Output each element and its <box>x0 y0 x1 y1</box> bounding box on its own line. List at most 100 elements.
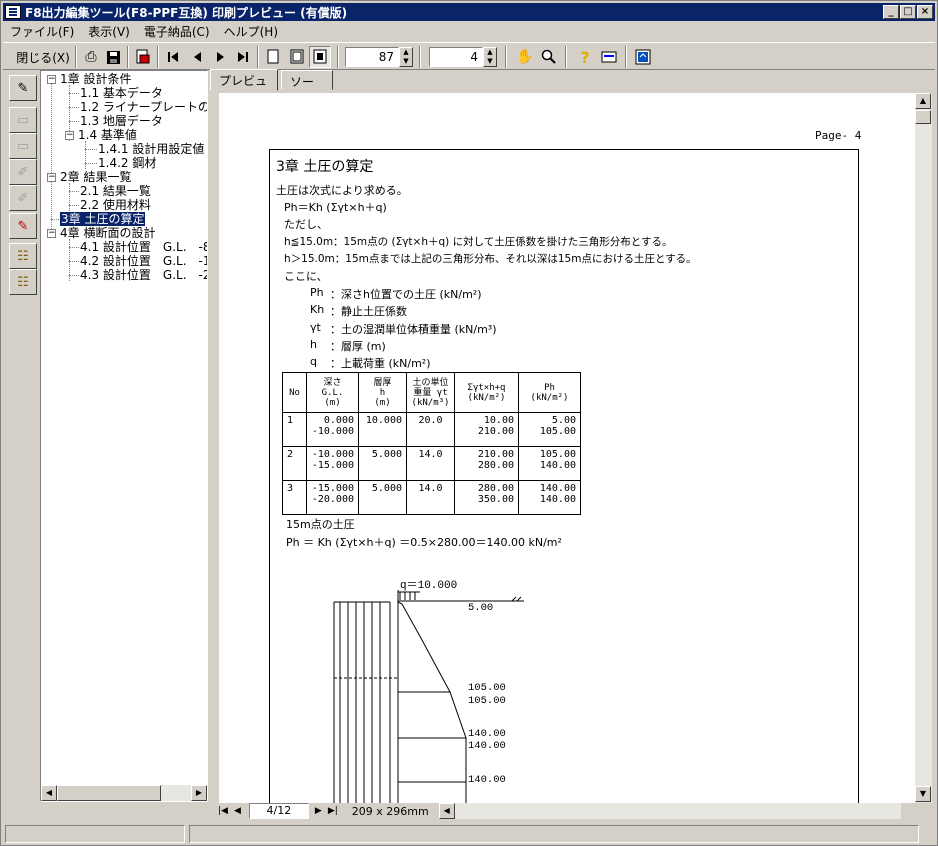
tree-item[interactable]: 2.2 使用材料 <box>80 198 151 212</box>
tree-item[interactable]: 1章 設計条件 <box>60 72 131 86</box>
scroll-thumb[interactable] <box>57 785 161 801</box>
save-icon[interactable] <box>103 46 123 68</box>
preview-area: Page- 4 3章 土圧の算定 土圧は次式により求める。 Ph＝Kh (Σγt… <box>219 93 915 803</box>
preview-hscrollbar[interactable] <box>454 803 901 819</box>
tree-expander[interactable]: − <box>47 173 56 182</box>
tree-item[interactable]: 1.4.2 鋼材 <box>98 156 156 170</box>
hand-icon[interactable]: ✋ <box>515 46 535 68</box>
table-header: 層厚 h (m) <box>358 372 407 413</box>
tree-hscrollbar[interactable]: ◀ ▶ <box>41 785 207 801</box>
close-window-button[interactable]: × <box>917 5 933 19</box>
tab-preview[interactable]: プレビュー <box>210 69 278 105</box>
toolbar-separator <box>127 46 129 68</box>
help-icon[interactable]: ? <box>575 46 595 68</box>
toolbar-separator <box>625 46 627 68</box>
tree-item[interactable]: 1.3 地層データ <box>80 114 163 128</box>
table-cell: 20.0 <box>406 412 455 447</box>
doc-sub-heading: 15m点の土圧 <box>286 518 355 531</box>
tree-item[interactable]: 1.4 基準値 <box>78 128 137 142</box>
diagram-value: 140.00 <box>468 728 506 740</box>
def-symbol: Ph <box>310 286 324 299</box>
tree-expander[interactable]: − <box>65 131 74 140</box>
pages-input[interactable]: 4 <box>429 47 483 67</box>
table-row: 3 -15.000 -20.000 5.000 14.0 280.00 350.00 140.… <box>282 480 581 515</box>
tree-item-selected[interactable]: 3章 土圧の算定 <box>60 212 146 226</box>
toolbar-separator <box>337 46 339 68</box>
table-header: No <box>282 372 307 413</box>
info-icon[interactable] <box>599 46 619 68</box>
page-setup-icon[interactable] <box>133 46 153 68</box>
tree-view-icon[interactable]: ☷ <box>9 243 37 269</box>
table-cell: 14.0 <box>406 446 455 481</box>
zoom-stepper[interactable]: ▲ ▼ <box>399 47 413 67</box>
whole-page-icon[interactable] <box>309 46 331 68</box>
app-icon <box>5 5 21 19</box>
preview-vscrollbar[interactable]: ▲ ▼ <box>915 93 932 803</box>
single-page-icon[interactable] <box>263 46 283 68</box>
tree-item[interactable]: 4.1 設計位置 G.L. -8. <box>80 240 207 254</box>
next-page-nav-icon[interactable]: ▶ <box>315 806 322 816</box>
tree-item[interactable]: 1.1 基本データ <box>80 86 163 100</box>
tree-item[interactable]: 4章 横断面の設計 <box>60 226 155 240</box>
scroll-right-icon[interactable]: ▶ <box>191 785 207 801</box>
tree-item[interactable]: 2章 結果一覧 <box>60 170 131 184</box>
table-cell: 14.0 <box>406 480 455 515</box>
menu-e-delivery[interactable]: 電子納品(C) <box>137 23 217 40</box>
page-nav-bar: |◀ ◀ 4/12 ▶ ▶| 209 x 296mm ◀ <box>210 802 915 820</box>
color-tool-icon[interactable]: ✎ <box>9 213 37 239</box>
table-cell: 5.00 105.00 <box>518 412 581 447</box>
exit-icon[interactable] <box>633 46 653 68</box>
pages-stepper[interactable]: ▲ ▼ <box>483 47 497 67</box>
page-indicator[interactable]: 4/12 <box>248 803 309 819</box>
print-icon[interactable]: ⎙ <box>81 46 101 68</box>
scroll-left-icon[interactable]: ◀ <box>41 785 57 801</box>
magnifier-icon[interactable] <box>539 46 559 68</box>
zoom-input[interactable]: 87 <box>345 47 399 67</box>
table-header: 深さ G.L. (m) <box>306 372 359 413</box>
tree-collapse-icon[interactable]: ☷ <box>9 269 37 295</box>
paper-size: 209 x 296mm <box>351 804 429 818</box>
doc-line: Ph＝Kh (Σγt×h＋q) <box>284 201 387 214</box>
toolbar-separator <box>419 46 421 68</box>
edit-disabled-icon[interactable]: ✐ <box>9 159 37 185</box>
tree-expander[interactable]: − <box>47 75 56 84</box>
tree-item[interactable]: 2.1 結果一覧 <box>80 184 151 198</box>
tree-item[interactable]: 4.2 設計位置 G.L. -15 <box>80 254 207 268</box>
doc-formula: Ph ＝ Kh (Σγt×h＋q) ＝0.5×280.00＝140.00 kN/… <box>286 536 562 549</box>
last-page-nav-icon[interactable]: ▶| <box>328 806 338 816</box>
tab-source[interactable]: ソース <box>281 70 333 106</box>
tree-item[interactable]: 4.3 設計位置 G.L. -20 <box>80 268 207 282</box>
title-bar: F8出力編集ツール(F8-PPF互換) 印刷プレビュー (有償版) _ □ × <box>3 3 935 21</box>
hscroll-left-icon[interactable]: ◀ <box>438 803 455 819</box>
tree-expander[interactable]: − <box>47 229 56 238</box>
status-bar <box>3 823 935 845</box>
maximize-button[interactable]: □ <box>900 5 916 19</box>
first-page-icon[interactable] <box>163 46 183 68</box>
tree-item[interactable]: 1.2 ライナープレートの配 <box>80 100 207 114</box>
menu-help[interactable]: ヘルプ(H) <box>217 23 285 40</box>
table-row: 1 0.000 -10.000 10.000 20.0 10.00 210.00 5.00 10… <box>282 412 581 447</box>
next-page-icon[interactable] <box>211 46 231 68</box>
pencil-icon[interactable]: ✎ <box>9 75 37 101</box>
menu-view[interactable]: 表示(V) <box>81 23 137 40</box>
doc-heading: 3章 土圧の算定 <box>276 159 374 175</box>
tool-disabled-icon[interactable]: ✐ <box>9 185 37 211</box>
prev-page-icon[interactable] <box>187 46 207 68</box>
scroll-thumb[interactable] <box>915 110 931 124</box>
line-icon[interactable]: ▭ <box>9 107 37 133</box>
prev-page-nav-icon[interactable]: ◀ <box>234 806 241 816</box>
close-preview-button[interactable]: 閉じる(X) <box>15 46 71 68</box>
last-page-icon[interactable] <box>233 46 253 68</box>
page-width-icon[interactable] <box>287 46 307 68</box>
frame-icon[interactable]: ▭ <box>9 133 37 159</box>
scroll-up-icon[interactable]: ▲ <box>915 93 931 109</box>
status-panel-left <box>5 825 185 843</box>
def-desc: ：深さh位置での土圧 (kN/m²) <box>330 288 482 301</box>
table-cell: 10.000 <box>358 412 407 447</box>
first-page-nav-icon[interactable]: |◀ <box>218 806 228 816</box>
page-number: Page- 4 <box>815 129 862 142</box>
tree-item[interactable]: 1.4.1 設計用設定値 <box>98 142 204 156</box>
scroll-down-icon[interactable]: ▼ <box>915 786 931 802</box>
menu-file[interactable]: ファイル(F) <box>3 23 81 40</box>
minimize-button[interactable]: _ <box>883 5 899 19</box>
